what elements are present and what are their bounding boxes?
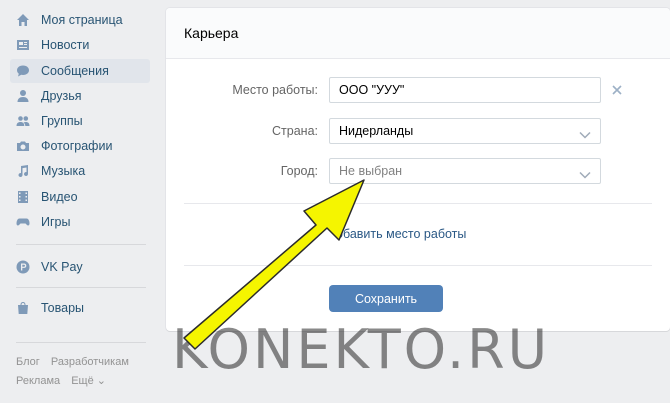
sidebar-divider bbox=[16, 244, 146, 245]
section-divider bbox=[184, 265, 652, 266]
chevron-down-icon bbox=[579, 127, 591, 139]
card-header: Карьера bbox=[166, 8, 670, 59]
sidebar-item-label: Новости bbox=[41, 38, 90, 52]
left-sidebar: Моя страница Новости Сообщения Друзья Гр… bbox=[0, 0, 160, 403]
sidebar-item-label: Фотографии bbox=[41, 139, 113, 153]
city-label: Город: bbox=[280, 164, 318, 178]
sidebar-item-label: Друзья bbox=[41, 89, 82, 103]
sidebar-item-music[interactable]: Музыка bbox=[10, 159, 150, 183]
sidebar-divider bbox=[16, 342, 146, 343]
sidebar-item-vkpay[interactable]: VK Pay bbox=[10, 255, 150, 279]
add-workplace-link[interactable]: обавить место работы bbox=[336, 227, 466, 241]
section-divider bbox=[184, 203, 652, 204]
workplace-label: Место работы: bbox=[232, 83, 318, 97]
messages-icon bbox=[16, 64, 30, 78]
sidebar-item-messages[interactable]: Сообщения bbox=[10, 59, 150, 83]
sidebar-item-goods[interactable]: Товары bbox=[10, 296, 150, 320]
sidebar-footer: Реклама Ещё ⌄ bbox=[16, 374, 114, 387]
gamepad-icon bbox=[16, 215, 30, 229]
country-row: Страна: Нидерланды bbox=[166, 118, 670, 144]
country-value: Нидерланды bbox=[339, 124, 414, 138]
workplace-row: Место работы: ООО "УУУ" bbox=[166, 77, 670, 103]
sidebar-item-label: Музыка bbox=[41, 164, 86, 178]
video-icon bbox=[16, 190, 30, 204]
footer-link-blog[interactable]: Блог bbox=[16, 356, 40, 368]
sidebar-item-my-page[interactable]: Моя страница bbox=[10, 8, 150, 32]
sidebar-item-news[interactable]: Новости bbox=[10, 33, 150, 57]
watermark: KONEKTO.RU bbox=[172, 318, 551, 381]
sidebar-item-label: Моя страница bbox=[41, 13, 123, 27]
sidebar-item-friends[interactable]: Друзья bbox=[10, 84, 150, 108]
workplace-value: ООО "УУУ" bbox=[339, 83, 405, 97]
chevron-down-icon bbox=[579, 167, 591, 179]
news-icon bbox=[16, 38, 30, 52]
sidebar-item-label: Товары bbox=[41, 301, 84, 315]
country-select[interactable]: Нидерланды bbox=[329, 118, 601, 144]
page-title: Карьера bbox=[184, 25, 239, 41]
groups-icon bbox=[16, 114, 30, 128]
career-card: Карьера Место работы: ООО "УУУ" Страна: … bbox=[166, 8, 670, 331]
shopping-bag-icon bbox=[16, 301, 30, 315]
home-icon bbox=[16, 13, 30, 27]
footer-link-ads[interactable]: Реклама bbox=[16, 375, 60, 387]
close-icon[interactable] bbox=[610, 83, 624, 97]
save-button[interactable]: Сохранить bbox=[329, 285, 443, 312]
city-placeholder: Не выбран bbox=[339, 164, 403, 178]
sidebar-item-label: Группы bbox=[41, 114, 83, 128]
sidebar-item-photos[interactable]: Фотографии bbox=[10, 134, 150, 158]
friend-icon bbox=[16, 89, 30, 103]
country-label: Страна: bbox=[272, 124, 318, 138]
camera-icon bbox=[16, 139, 30, 153]
footer-link-developers[interactable]: Разработчикам bbox=[51, 356, 129, 368]
sidebar-item-games[interactable]: Игры bbox=[10, 210, 150, 234]
vkpay-icon bbox=[16, 260, 30, 274]
sidebar-item-groups[interactable]: Группы bbox=[10, 109, 150, 133]
sidebar-item-label: VK Pay bbox=[41, 260, 83, 274]
sidebar-item-video[interactable]: Видео bbox=[10, 185, 150, 209]
city-row: Город: Не выбран bbox=[166, 158, 670, 184]
city-select[interactable]: Не выбран bbox=[329, 158, 601, 184]
music-icon bbox=[16, 164, 30, 178]
footer-link-more[interactable]: Ещё ⌄ bbox=[71, 375, 106, 387]
sidebar-footer: Блог Разработчикам bbox=[16, 356, 137, 368]
workplace-input[interactable]: ООО "УУУ" bbox=[329, 77, 601, 103]
sidebar-item-label: Видео bbox=[41, 190, 78, 204]
sidebar-item-label: Сообщения bbox=[41, 64, 109, 78]
sidebar-divider bbox=[16, 287, 146, 288]
sidebar-item-label: Игры bbox=[41, 215, 71, 229]
